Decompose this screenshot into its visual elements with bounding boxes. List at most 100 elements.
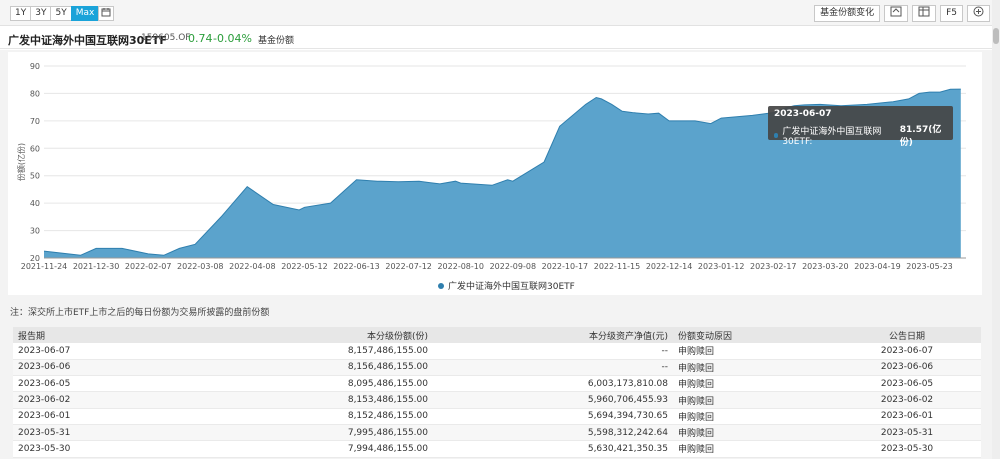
table-cell: 2023-05-30 — [833, 440, 981, 458]
export-icon[interactable] — [884, 5, 909, 22]
x-tick-label: 2022-04-08 — [229, 262, 276, 271]
x-tick-label: 2022-06-13 — [333, 262, 380, 271]
table-row[interactable]: 2023-05-30 7,994,486,155.00 5,630,421,350.… — [13, 440, 981, 458]
f5-refresh-button[interactable]: F5 — [940, 5, 963, 22]
footnote: 注：深交所上市ETF上市之后的每日份额为交易所披露的盘前份额 — [10, 308, 270, 318]
x-tick-label: 2023-01-12 — [698, 262, 745, 271]
table-cell: 7,994,486,155.00 — [133, 440, 433, 458]
calendar-icon[interactable] — [98, 6, 115, 21]
table-cell: 2023-06-06 — [13, 359, 133, 377]
table-cell: 2023-06-06 — [833, 359, 981, 377]
table-cell: 8,153,486,155.00 — [133, 391, 433, 409]
table-cell: 2023-05-31 — [833, 424, 981, 442]
table-row[interactable]: 2023-05-31 7,995,486,155.00 5,598,312,242.… — [13, 424, 981, 442]
range-max-button[interactable]: Max — [70, 6, 100, 21]
table-cell: 2023-06-05 — [13, 375, 133, 393]
y-tick-label: 90 — [30, 62, 40, 71]
table-cell: -- — [433, 343, 673, 360]
table-cell: 2023-06-01 — [13, 408, 133, 425]
fund-price: 0.74 — [188, 32, 213, 45]
plus-circle-icon[interactable] — [967, 5, 990, 22]
x-tick-label: 2022-12-14 — [646, 262, 693, 271]
y-tick-label: 60 — [30, 144, 40, 153]
col-reason[interactable]: 份额变动原因 — [673, 327, 833, 343]
col-nav[interactable]: 本分级资产净值(元) — [433, 327, 673, 343]
table-cell: 2023-06-01 — [833, 408, 981, 425]
vertical-scrollbar[interactable] — [992, 0, 1000, 459]
tooltip-line: 广发中证海外中国互联网30ETF: 81.57(亿份) — [774, 122, 947, 148]
range-5y-button[interactable]: 5Y — [50, 6, 72, 21]
table-cell: 2023-05-30 — [13, 440, 133, 458]
x-tick-label: 2021-12-30 — [73, 262, 120, 271]
scrollbar-thumb[interactable] — [993, 28, 999, 44]
table-cell: 7,995,486,155.00 — [133, 424, 433, 442]
chart-legend[interactable]: 广发中证海外中国互联网30ETF — [438, 279, 575, 292]
range-selector: 1Y 3Y 5Y Max — [10, 6, 115, 21]
x-tick-label: 2022-10-17 — [542, 262, 589, 271]
table-cell: 8,157,486,155.00 — [133, 343, 433, 360]
x-tick-label: 2022-02-07 — [125, 262, 172, 271]
fund-header: 广发中证海外中国互联网30ETF 159605.OF 0.74 -0.04% 基… — [0, 27, 992, 49]
table-row[interactable]: 2023-06-06 8,156,486,155.00 -- 申购赎回 2023-06-… — [13, 359, 981, 377]
tooltip-value: 81.57(亿份) — [899, 125, 942, 148]
tooltip-label: 广发中证海外中国互联网30ETF: — [782, 126, 882, 147]
x-tick-label: 2022-11-15 — [594, 262, 641, 271]
x-tick-label: 2023-03-20 — [802, 262, 849, 271]
fund-share-tab[interactable]: 基金份额 — [258, 33, 294, 46]
x-tick-label: 2022-08-10 — [437, 262, 484, 271]
table-cell: 5,694,394,730.65 — [433, 408, 673, 425]
chart-container: 20 30 40 50 60 70 80 90 份额(亿份) 2021-11-24 2021-12-… — [8, 52, 982, 295]
col-announce-date[interactable]: 公告日期 — [833, 327, 981, 343]
top-toolbar: 1Y 3Y 5Y Max 基金份额变化 F5 — [0, 0, 1000, 26]
x-tick-label: 2023-04-19 — [854, 262, 901, 271]
table-row[interactable]: 2023-06-07 8,157,486,155.00 -- 申购赎回 2023-06-… — [13, 343, 981, 360]
table-cell: 2023-06-07 — [13, 343, 133, 360]
table-cell: 2023-06-07 — [833, 343, 981, 360]
y-tick-label: 70 — [30, 117, 40, 126]
col-share[interactable]: 本分级份额(份) — [133, 327, 433, 343]
y-tick-label: 40 — [30, 199, 40, 208]
chart-tooltip: 2023-06-07 广发中证海外中国互联网30ETF: 81.57(亿份) — [768, 106, 953, 148]
table-cell: 5,598,312,242.64 — [433, 424, 673, 442]
table-cell: -- — [433, 359, 673, 377]
table-cell: 申购赎回 — [673, 424, 833, 442]
share-area-chart[interactable]: 2030405060708090份额(亿份)2021-11-24 2021-12-… — [8, 52, 982, 295]
share-table: 报告期 本分级份额(份) 本分级资产净值(元) 份额变动原因 公告日期 2023… — [13, 327, 981, 458]
table-cell: 2023-06-05 — [833, 375, 981, 393]
table-row[interactable]: 2023-06-01 8,152,486,155.00 5,694,394,730.… — [13, 408, 981, 425]
fund-share-change-button[interactable]: 基金份额变化 — [814, 5, 881, 22]
x-tick-label: 2023-02-17 — [750, 262, 797, 271]
right-tools: 基金份额变化 F5 — [810, 5, 990, 22]
table-cell: 6,003,173,810.08 — [433, 375, 673, 393]
table-cell: 2023-05-31 — [13, 424, 133, 442]
y-tick-label: 80 — [30, 89, 40, 98]
fund-code: 159605.OF — [141, 33, 191, 43]
table-cell: 8,152,486,155.00 — [133, 408, 433, 425]
legend-dot-icon — [438, 282, 444, 289]
x-tick-label: 2023-05-23 — [906, 262, 953, 271]
table-cell: 2023-06-02 — [13, 391, 133, 409]
table-cell: 申购赎回 — [673, 391, 833, 409]
col-report-date[interactable]: 报告期 — [13, 327, 133, 343]
y-tick-label: 30 — [30, 227, 40, 236]
table-cell: 申购赎回 — [673, 440, 833, 458]
range-3y-button[interactable]: 3Y — [30, 6, 52, 21]
table-cell: 申购赎回 — [673, 408, 833, 425]
table-cell: 5,960,706,455.93 — [433, 391, 673, 409]
table-cell: 申购赎回 — [673, 359, 833, 377]
table-cell: 申购赎回 — [673, 343, 833, 360]
table-icon[interactable] — [912, 5, 937, 22]
x-tick-label: 2022-07-12 — [385, 262, 432, 271]
y-tick-label: 50 — [30, 172, 40, 181]
table-row[interactable]: 2023-06-05 8,095,486,155.00 6,003,173,810.… — [13, 375, 981, 393]
table-cell: 5,630,421,350.35 — [433, 440, 673, 458]
table-row[interactable]: 2023-06-02 8,153,486,155.00 5,960,706,455.… — [13, 391, 981, 409]
x-tick-label: 2021-11-24 — [21, 262, 68, 271]
y-axis-label: 份额(亿份) — [16, 143, 26, 181]
x-tick-label: 2022-09-08 — [490, 262, 537, 271]
legend-label: 广发中证海外中国互联网30ETF — [448, 282, 575, 292]
table-cell: 2023-06-02 — [833, 391, 981, 409]
x-tick-label: 2022-05-12 — [281, 262, 328, 271]
tooltip-date: 2023-06-07 — [774, 109, 832, 119]
range-1y-button[interactable]: 1Y — [10, 6, 32, 21]
